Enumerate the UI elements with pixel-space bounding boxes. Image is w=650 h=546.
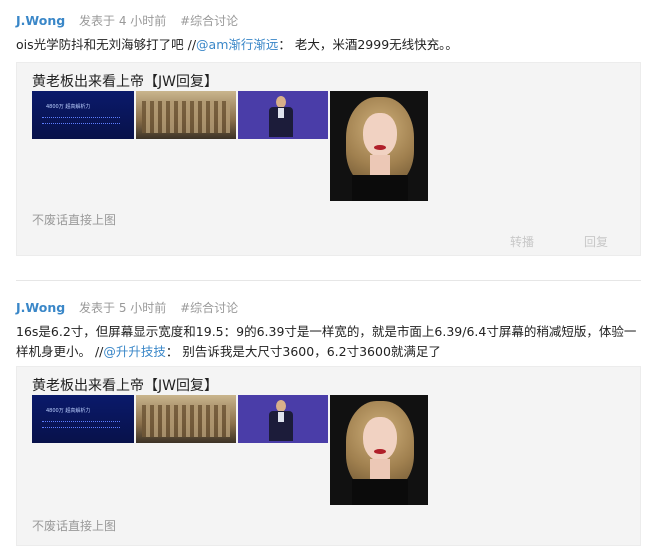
portrait-clothing [352,175,408,201]
user-mention[interactable]: @升升技技 [103,344,166,359]
portrait-lips [374,449,386,454]
slide-decoration [42,427,120,431]
post-time: 发表于 5 小时前 [79,301,167,315]
quoted-post[interactable]: 黄老板出来看上帝【JW回复】 4800万 超高解析力 不废话直接上图 转播 回复 [16,62,641,256]
thumbnail-launch-slide[interactable]: 4800万 超高解析力 [32,395,134,443]
quoted-post-title[interactable]: 黄老板出来看上帝【JW回复】 [32,375,218,395]
slide-decoration [42,123,120,127]
post-meta: J.Wong 发表于 5 小时前 #综合讨论 [16,299,238,316]
portrait-clothing [352,479,408,505]
author-name[interactable]: J.Wong [16,13,65,28]
portrait-neck [370,155,390,175]
portrait-face [363,113,397,157]
portrait-lips [374,145,386,150]
thumbnail-presenter[interactable] [238,91,328,139]
quoted-post-caption: 不废话直接上图 [32,213,117,227]
quoted-post[interactable]: 黄老板出来看上帝【JW回复】 4800万 超高解析力 不废话直接上图 [16,366,641,546]
thumbnail-launch-slide[interactable]: 4800万 超高解析力 [32,91,134,139]
quoted-post-caption: 不废话直接上图 [32,519,117,533]
thumbnail-portrait[interactable] [330,395,428,505]
portrait-neck [370,459,390,479]
slide-text: 4800万 超高解析力 [46,104,91,110]
topic-tag[interactable]: #综合讨论 [180,14,238,28]
presenter-shirt [278,412,284,422]
slide-decoration [42,421,120,425]
reply-button[interactable]: 回复 [584,233,608,250]
building-illustration [142,101,230,133]
thumbnail-building[interactable] [136,395,236,443]
post-text: ois光学防抖和无刘海够打了吧 //@am渐行渐远： 老大，米酒2999无线快充… [16,35,641,55]
post-time: 发表于 4 小时前 [79,14,167,28]
post-text-part: ： 老大，米酒2999无线快充。。 [278,37,458,52]
user-mention[interactable]: @am渐行渐远 [196,37,278,52]
post-text-part: ： 别告诉我是大尺寸3600，6.2寸3600就满足了 [165,344,441,359]
post-meta: J.Wong 发表于 4 小时前 #综合讨论 [16,12,238,29]
building-illustration [142,405,230,437]
thumbnail-portrait[interactable] [330,91,428,201]
post-text: 16s是6.2寸，但屏幕显示宽度和19.5：9的6.39寸是一样宽的，就是市面上… [16,322,641,362]
slide-decoration [42,117,120,121]
thumbnail-building[interactable] [136,91,236,139]
post-divider [16,280,641,281]
topic-tag[interactable]: #综合讨论 [180,301,238,315]
repost-button[interactable]: 转播 [510,233,534,250]
slide-text: 4800万 超高解析力 [46,408,91,414]
post-text-part: ois光学防抖和无刘海够打了吧 // [16,37,197,52]
author-name[interactable]: J.Wong [16,300,65,315]
quoted-post-title[interactable]: 黄老板出来看上帝【JW回复】 [32,71,218,91]
portrait-face [363,417,397,461]
presenter-shirt [278,108,284,118]
thumbnail-presenter[interactable] [238,395,328,443]
